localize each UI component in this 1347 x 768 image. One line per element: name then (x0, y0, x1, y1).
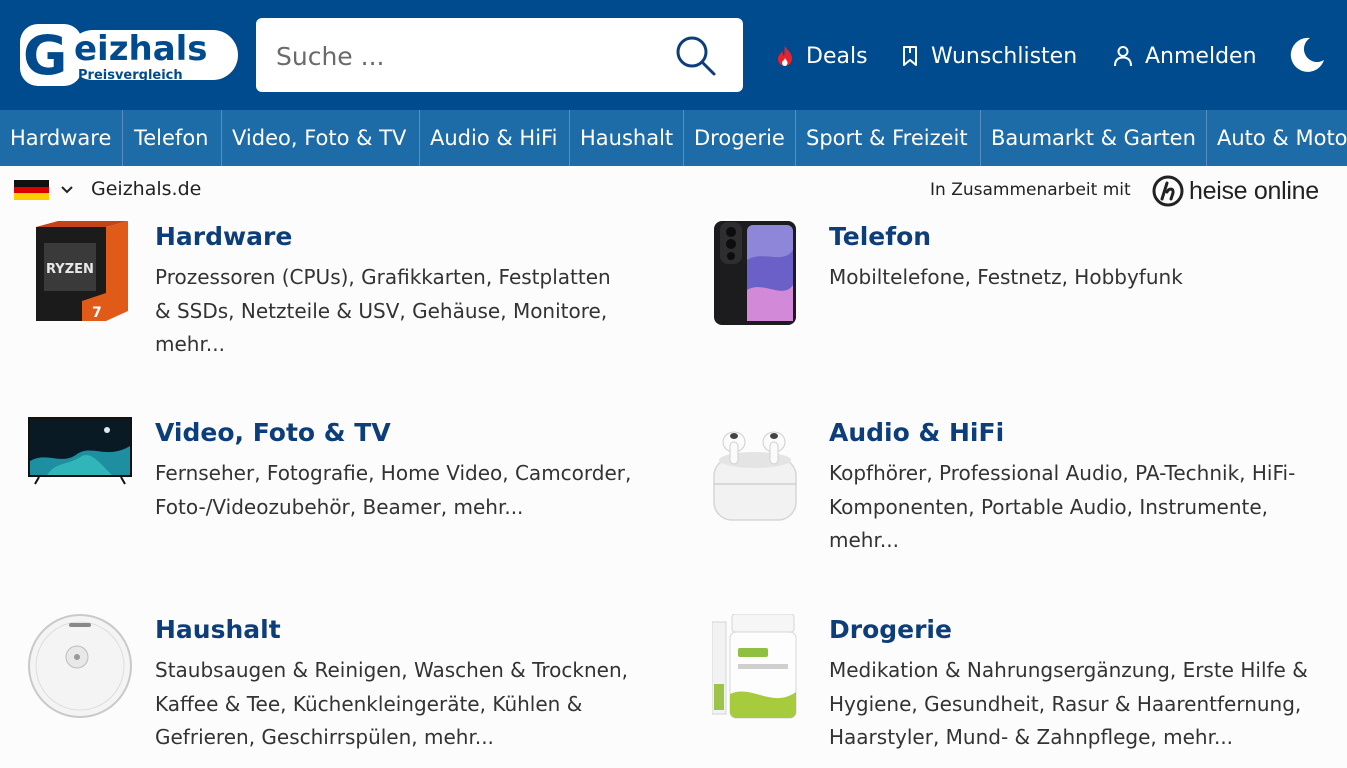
search-input[interactable] (276, 38, 666, 74)
desc-line: Hygiene, Gesundheit, Rasur & Haarentfern… (829, 691, 1302, 716)
flame-icon (778, 46, 792, 66)
search-icon[interactable] (674, 34, 718, 78)
category-title-drogerie[interactable]: Drogerie (829, 615, 952, 644)
svg-text:RYZEN: RYZEN (46, 262, 94, 277)
heise-logo-text: heise online (1189, 176, 1319, 205)
desc-line: Foto-/Videozubehör, Beamer, mehr... (155, 494, 524, 519)
category-desc-haushalt: Staubsaugen & Reinigen, Waschen & Trockn… (155, 654, 628, 755)
desc-line: & SSDs, Netzteile & USV, Gehäuse, Monito… (155, 298, 608, 323)
svg-text:eizhals: eizhals (74, 29, 208, 69)
category-desc-audio: Kopfhörer, Professional Audio, PA-Techni… (829, 457, 1295, 558)
nav-item-hardware[interactable]: Hardware (0, 110, 111, 166)
category-nav: Hardware Telefon Video, Foto & TV Audio … (0, 110, 1347, 166)
category-desc-hardware: Prozessoren (CPUs), Grafikkarten, Festpl… (155, 261, 611, 362)
heise-logo-icon (1152, 175, 1184, 207)
geizhals-logo[interactable]: G eizhals Preisvergleich (20, 24, 240, 86)
desc-line: Medikation & Nahrungsergänzung, Erste Hi… (829, 658, 1308, 682)
heise-online-logo[interactable]: heise online (1152, 174, 1319, 208)
partner-text: In Zusammenarbeit mit (930, 180, 1131, 200)
more-link[interactable]: mehr... (155, 328, 611, 362)
nav-divider (122, 110, 123, 166)
desc-line: Prozessoren (CPUs), Grafikkarten, Festpl… (155, 265, 611, 289)
login-link[interactable]: Anmelden (1113, 38, 1257, 74)
tv-image[interactable] (27, 416, 133, 486)
category-title-video[interactable]: Video, Foto & TV (155, 418, 391, 447)
more-link[interactable]: Gefrieren, Geschirrspülen, mehr... (155, 721, 628, 755)
desc-line: Staubsaugen & Reinigen, Waschen & Trockn… (155, 658, 629, 682)
logo-subtext: Preisvergleich (78, 68, 183, 83)
category-title-audio[interactable]: Audio & HiFi (829, 418, 1004, 447)
header: G eizhals Preisvergleich Deals Wunschlis… (0, 0, 1347, 110)
nav-item-audio[interactable]: Audio & HiFi (420, 110, 557, 166)
cpu-box-image[interactable]: RYZEN 7 (32, 221, 130, 325)
desc-line: Kaffee & Tee, Küchenkleingeräte, Kühlen … (155, 691, 583, 716)
category-desc-drogerie: Medikation & Nahrungsergänzung, Erste Hi… (829, 654, 1308, 755)
smartphone-image[interactable] (713, 220, 797, 326)
more-link[interactable]: Haarstyler, Mund- & Zahnpflege, mehr... (829, 721, 1308, 755)
wishlists-label: Wunschlisten (931, 43, 1078, 69)
deals-label: Deals (806, 43, 868, 69)
earbuds-image[interactable] (712, 418, 798, 522)
user-icon (1114, 46, 1132, 67)
search-box (256, 18, 743, 92)
desc-line: Fernseher, Fotografie, Home Video, Camco… (155, 461, 632, 485)
site-name: Geizhals.de (91, 178, 202, 200)
nav-item-video[interactable]: Video, Foto & TV (222, 110, 406, 166)
nav-item-telefon[interactable]: Telefon (124, 110, 208, 166)
more-link[interactable]: mehr... (829, 524, 1295, 558)
category-desc-video: Fernseher, Fotografie, Home Video, Camco… (155, 457, 631, 524)
login-label: Anmelden (1145, 43, 1257, 69)
category-title-hardware[interactable]: Hardware (155, 222, 292, 251)
robot-vacuum-image[interactable] (27, 613, 133, 719)
category-desc-telefon: Mobiltelefone, Festnetz, Hobbyfunk (829, 261, 1183, 295)
germany-flag-icon[interactable] (14, 180, 49, 200)
desc-line: Kopfhörer, Professional Audio, PA-Techni… (829, 461, 1296, 485)
bookmark-icon (903, 46, 917, 66)
nav-item-drogerie[interactable]: Drogerie (684, 110, 785, 166)
chevron-down-icon[interactable] (60, 184, 74, 196)
nav-item-baumarkt[interactable]: Baumarkt & Garten (981, 110, 1196, 166)
nav-item-haushalt[interactable]: Haushalt (570, 110, 673, 166)
desc-line: Komponenten, Portable Audio, Instrumente… (829, 494, 1269, 519)
svg-text:7: 7 (92, 305, 102, 321)
desc-line: Mobiltelefone, Festnetz, Hobbyfunk (829, 265, 1183, 289)
wishlists-link[interactable]: Wunschlisten (901, 38, 1077, 74)
deals-link[interactable]: Deals (776, 38, 868, 74)
category-title-haushalt[interactable]: Haushalt (155, 615, 281, 644)
moon-icon[interactable] (1288, 36, 1326, 74)
svg-text:G: G (23, 24, 67, 86)
category-title-telefon[interactable]: Telefon (829, 222, 931, 251)
supplement-jar-image[interactable] (712, 614, 798, 720)
nav-item-auto[interactable]: Auto & Motorrad (1207, 110, 1347, 166)
nav-item-sport[interactable]: Sport & Freizeit (796, 110, 968, 166)
